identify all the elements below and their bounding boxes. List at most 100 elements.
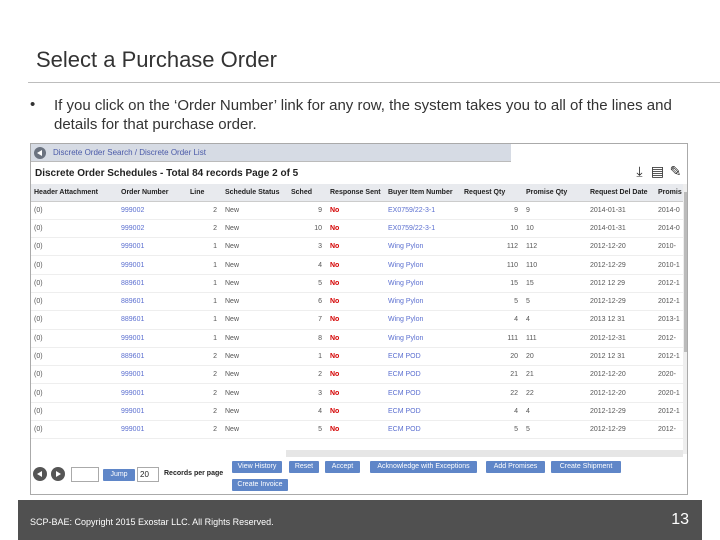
create-shipment-button[interactable]: Create Shipment — [551, 461, 621, 473]
vertical-scrollbar[interactable] — [683, 184, 687, 454]
table-row[interactable]: (0) 999001 2 New 3 No ECM POD 22 22 2012-12-20 202… — [31, 383, 683, 403]
col-header-promise-date[interactable]: Promis — [655, 184, 683, 202]
jump-button[interactable]: Jump — [103, 469, 135, 481]
table-row[interactable]: (0) 889601 1 New 6 No Wing Pylon 5 5 2012-12-29 20… — [31, 292, 683, 312]
table-row[interactable]: (0) 999001 1 New 3 No Wing Pylon 112 112 2012-12-… — [31, 237, 683, 257]
attachment-cell[interactable]: (0) — [31, 201, 118, 220]
table-row[interactable]: (0) 999002 2 New 9 No EX0759/22-3-1 9 9 2014-01-3… — [31, 201, 683, 220]
col-header-promise-qty[interactable]: Promise Qty — [523, 184, 587, 202]
table-row[interactable]: (0) 999001 2 New 4 No ECM POD 4 4 2012-12-29 2012-… — [31, 402, 683, 422]
breadcrumb[interactable]: Discrete Order Search / Discrete Order L… — [53, 148, 206, 157]
col-header-buyer-item[interactable]: Buyer Item Number — [385, 184, 461, 202]
schedule-status-cell: New — [222, 310, 288, 330]
request-date-cell: 2014-01-31 — [587, 201, 655, 220]
line-cell: 1 — [187, 255, 222, 275]
buyer-item-link[interactable]: EX0759/22-3-1 — [385, 201, 461, 220]
promise-qty-cell: 5 — [523, 420, 587, 440]
promise-date-cell: 2012-1 — [655, 292, 683, 312]
buyer-item-link[interactable]: Wing Pylon — [385, 292, 461, 312]
previous-page-icon[interactable] — [33, 467, 47, 481]
back-arrow-icon[interactable] — [34, 147, 46, 159]
buyer-item-link[interactable]: ECM POD — [385, 347, 461, 367]
col-header-line[interactable]: Line — [187, 184, 222, 202]
table-body: (0) 999002 2 New 9 No EX0759/22-3-1 9 9 2014-01-3… — [31, 201, 683, 440]
order-number-link[interactable]: 999001 — [118, 383, 187, 403]
attachment-cell[interactable]: (0) — [31, 255, 118, 275]
reset-button[interactable]: Reset — [289, 461, 319, 473]
col-header-order-number[interactable]: Order Number — [118, 184, 187, 202]
promise-date-cell: 2012- — [655, 420, 683, 440]
col-header-sched[interactable]: Sched — [288, 184, 327, 202]
order-number-link[interactable]: 999001 — [118, 402, 187, 422]
scrollbar-thumb[interactable] — [684, 192, 687, 352]
attachment-cell[interactable]: (0) — [31, 347, 118, 367]
order-number-link[interactable]: 999002 — [118, 201, 187, 220]
next-page-icon[interactable] — [51, 467, 65, 481]
table-row[interactable]: (0) 999001 1 New 4 No Wing Pylon 110 110 2012-12-… — [31, 255, 683, 275]
line-cell: 2 — [187, 219, 222, 239]
sched-cell: 2 — [288, 365, 327, 385]
edit-icon[interactable]: ✎ — [668, 164, 683, 179]
table-row[interactable]: (0) 999001 1 New 8 No Wing Pylon 111 111 2012-12-… — [31, 329, 683, 348]
table-row[interactable]: (0) 999002 2 New 10 No EX0759/22-3-1 10 10 2014-0… — [31, 219, 683, 239]
add-promises-button[interactable]: Add Promises — [486, 461, 545, 473]
order-number-link[interactable]: 889601 — [118, 347, 187, 367]
create-invoice-button[interactable]: Create Invoice — [232, 479, 288, 491]
order-number-link[interactable]: 999001 — [118, 329, 187, 348]
attachment-cell[interactable]: (0) — [31, 274, 118, 293]
attachment-cell[interactable]: (0) — [31, 292, 118, 312]
sched-cell: 3 — [288, 383, 327, 403]
order-number-link[interactable]: 999001 — [118, 237, 187, 257]
buyer-item-link[interactable]: EX0759/22-3-1 — [385, 219, 461, 239]
order-number-link[interactable]: 999001 — [118, 255, 187, 275]
line-cell: 2 — [187, 365, 222, 385]
promise-qty-cell: 20 — [523, 347, 587, 367]
col-header-request-qty[interactable]: Request Qty — [461, 184, 523, 202]
response-sent-cell: No — [327, 402, 385, 422]
order-number-link[interactable]: 999001 — [118, 365, 187, 385]
table-row[interactable]: (0) 889601 1 New 5 No Wing Pylon 15 15 2012 12 29… — [31, 274, 683, 293]
buyer-item-link[interactable]: ECM POD — [385, 402, 461, 422]
buyer-item-link[interactable]: Wing Pylon — [385, 274, 461, 293]
horizontal-scrollbar[interactable] — [286, 450, 683, 457]
order-number-link[interactable]: 999002 — [118, 219, 187, 239]
buyer-item-link[interactable]: ECM POD — [385, 383, 461, 403]
page-size-select[interactable]: 20 — [137, 467, 159, 482]
attachment-cell[interactable]: (0) — [31, 329, 118, 348]
attachment-cell[interactable]: (0) — [31, 365, 118, 385]
toolbar-icons: ⤓ ▤ ✎ — [632, 164, 683, 182]
buyer-item-link[interactable]: Wing Pylon — [385, 310, 461, 330]
promise-date-cell: 2012- — [655, 329, 683, 348]
col-header-request-date[interactable]: Request Del Date — [587, 184, 655, 202]
order-number-link[interactable]: 889601 — [118, 310, 187, 330]
export-document-icon[interactable]: ▤ — [650, 164, 665, 179]
schedule-status-cell: New — [222, 255, 288, 275]
attachment-cell[interactable]: (0) — [31, 420, 118, 440]
download-icon[interactable]: ⤓ — [632, 164, 647, 179]
attachment-cell[interactable]: (0) — [31, 310, 118, 330]
accept-button[interactable]: Accept — [325, 461, 360, 473]
attachment-cell[interactable]: (0) — [31, 402, 118, 422]
order-number-link[interactable]: 999001 — [118, 420, 187, 440]
table-row[interactable]: (0) 889601 2 New 1 No ECM POD 20 20 2012 12 31 201… — [31, 347, 683, 367]
attachment-cell[interactable]: (0) — [31, 219, 118, 239]
buyer-item-link[interactable]: ECM POD — [385, 420, 461, 440]
buyer-item-link[interactable]: Wing Pylon — [385, 237, 461, 257]
order-number-link[interactable]: 889601 — [118, 274, 187, 293]
table-row[interactable]: (0) 999001 2 New 2 No ECM POD 21 21 2012-12-20 202… — [31, 365, 683, 385]
attachment-cell[interactable]: (0) — [31, 237, 118, 257]
attachment-cell[interactable]: (0) — [31, 383, 118, 403]
buyer-item-link[interactable]: Wing Pylon — [385, 255, 461, 275]
title-divider — [28, 82, 720, 83]
acknowledge-with-exceptions-button[interactable]: Acknowledge with Exceptions — [370, 461, 477, 473]
table-row[interactable]: (0) 999001 2 New 5 No ECM POD 5 5 2012-12-29 2012- — [31, 420, 683, 440]
view-history-button[interactable]: View History — [232, 461, 282, 473]
col-header-response-sent[interactable]: Response Sent — [327, 184, 385, 202]
page-number-input[interactable] — [71, 467, 99, 482]
col-header-attachment[interactable]: Header Attachment — [31, 184, 118, 202]
buyer-item-link[interactable]: ECM POD — [385, 365, 461, 385]
table-row[interactable]: (0) 889601 1 New 7 No Wing Pylon 4 4 2013 12 31 20… — [31, 310, 683, 330]
col-header-schedule-status[interactable]: Schedule Status — [222, 184, 288, 202]
order-number-link[interactable]: 889601 — [118, 292, 187, 312]
buyer-item-link[interactable]: Wing Pylon — [385, 329, 461, 348]
